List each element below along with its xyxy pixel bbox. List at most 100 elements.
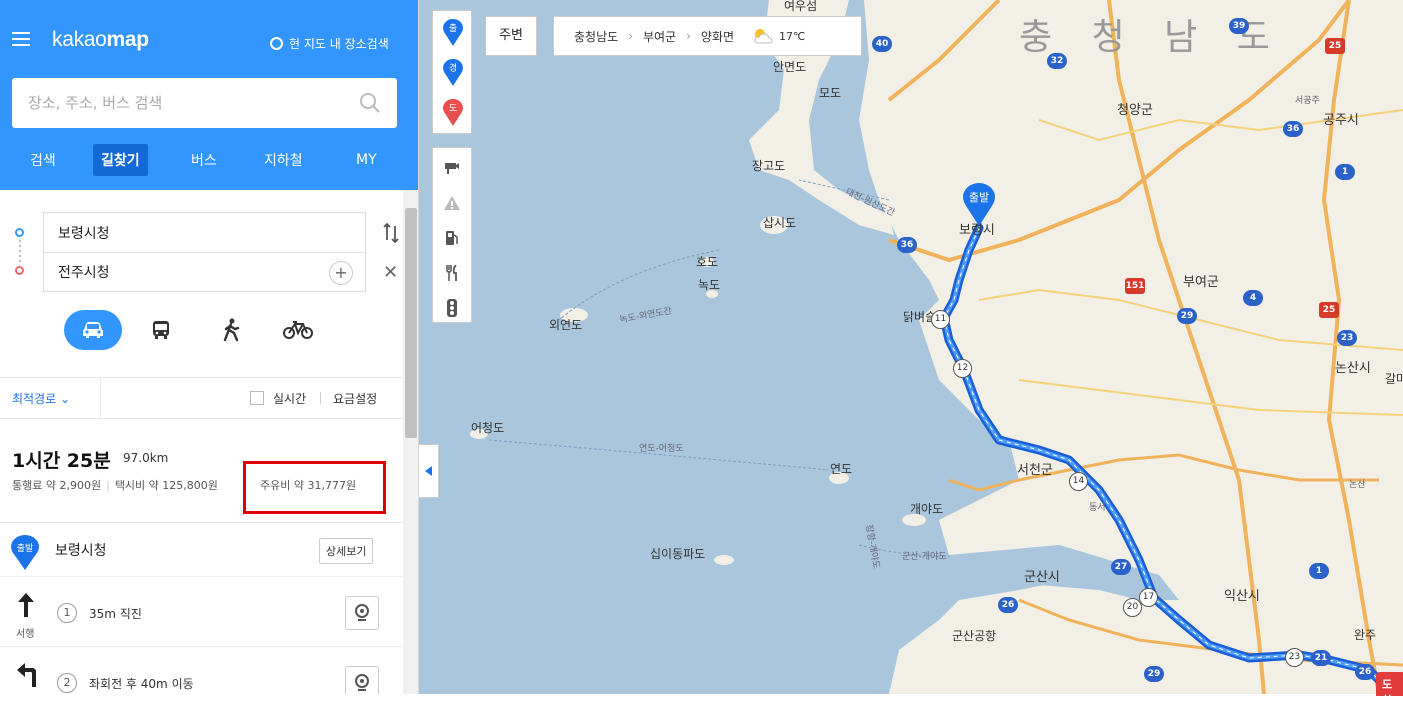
place-label: 갈마 — [1385, 372, 1403, 386]
fare-setting-link[interactable]: 요금설정 — [333, 390, 377, 407]
weather-widget[interactable]: 17℃ — [752, 27, 805, 45]
start-pin-icon: 출발 — [11, 535, 39, 570]
divider — [100, 378, 101, 420]
place-label: 십이동파도 — [650, 547, 706, 561]
road-shield: 151 — [1125, 278, 1145, 294]
radio-icon — [270, 37, 283, 50]
tab-my[interactable]: MY — [348, 146, 385, 174]
road-shield: 29 — [1144, 666, 1164, 682]
list-item[interactable]: 2 좌회전 후 40m 이동 — [0, 647, 403, 694]
app-logo[interactable]: kakaomap — [52, 28, 149, 52]
swap-icon[interactable] — [383, 222, 399, 248]
destination-dot-icon — [15, 266, 24, 275]
place-label: 서천군 — [1017, 463, 1053, 478]
around-button[interactable]: 주변 — [485, 16, 537, 56]
roadview-button[interactable] — [345, 596, 379, 630]
road-shield: 23 — [1337, 330, 1357, 346]
map-start-pin-icon[interactable]: 출발 — [962, 183, 996, 227]
detail-view-button[interactable]: 상세보기 — [319, 538, 374, 564]
road-shield: 40 — [872, 36, 892, 52]
road-shield: 4 — [1243, 290, 1263, 306]
mode-car[interactable] — [64, 310, 122, 350]
hamburger-menu-icon[interactable] — [12, 32, 30, 46]
temperature: 17℃ — [779, 29, 806, 43]
search-input[interactable] — [28, 94, 359, 112]
route-sort-label: 최적경로 — [12, 392, 57, 406]
cctv-icon[interactable] — [433, 150, 471, 185]
scrollbar-thumb[interactable] — [405, 208, 417, 438]
place-label: 공주시 — [1323, 113, 1359, 128]
list-item[interactable]: 서행 1 35m 직진 — [0, 577, 403, 647]
start-place-name: 보령시청 — [55, 543, 107, 559]
restaurant-icon[interactable] — [433, 255, 471, 290]
origin-dot-icon — [15, 228, 24, 237]
tab-subway[interactable]: 지하철 — [256, 144, 311, 176]
place-label: 완주 — [1354, 628, 1377, 642]
sea-route-label: 군산-개야도 — [902, 552, 947, 562]
chevron-right-icon: › — [686, 29, 691, 43]
tab-bus[interactable]: 버스 — [183, 144, 225, 176]
step-text: 좌회전 후 40m 이동 — [89, 677, 194, 691]
map-end-pin[interactable]: 도착 — [1376, 672, 1403, 707]
search-box — [12, 78, 397, 128]
breadcrumb-region-3[interactable]: 양화면 — [701, 28, 734, 45]
gas-station-icon[interactable] — [433, 220, 471, 255]
tab-search[interactable]: 검색 — [22, 144, 64, 176]
place-label: 안면도 — [773, 60, 807, 74]
mode-walk[interactable] — [202, 310, 260, 350]
start-point-pin-icon[interactable]: 출 — [443, 19, 463, 47]
sidebar: kakaomap 현 지도 내 장소검색 검색 길찾기 버스 지하철 MY 보령… — [0, 0, 419, 694]
road-shield: 12 — [953, 359, 972, 378]
step-direction-label: 서행 — [16, 629, 35, 640]
destination-point-pin-icon[interactable]: 도 — [443, 99, 463, 127]
mode-transit[interactable] — [132, 310, 190, 350]
road-shield: 29 — [1177, 308, 1197, 324]
map-area-search-toggle[interactable]: 현 지도 내 장소검색 — [270, 35, 389, 52]
travel-distance: 97.0km — [123, 451, 169, 465]
place-label: 녹도 — [698, 278, 721, 292]
logo-light: kakao — [52, 28, 107, 51]
car-icon — [83, 322, 103, 338]
straight-arrow-icon — [18, 593, 34, 617]
road-shield: 17 — [1139, 588, 1158, 607]
sidebar-header: kakaomap 현 지도 내 장소검색 검색 길찾기 버스 지하철 MY — [0, 0, 418, 190]
place-label: 장고도 — [752, 159, 786, 173]
add-waypoint-button[interactable]: + — [329, 261, 353, 285]
map-layer-tools — [432, 147, 472, 323]
location-breadcrumb: 충청남도 › 부여군 › 양화면 17℃ — [553, 16, 862, 56]
place-label: 동서 — [1089, 503, 1106, 513]
mode-bike[interactable] — [269, 310, 327, 350]
origin-field[interactable]: 보령시청 — [44, 213, 365, 252]
collapse-sidebar-button[interactable] — [419, 444, 439, 498]
route-sort-dropdown[interactable]: 최적경로 ⌄ — [12, 390, 70, 407]
map-canvas[interactable]: 출발 충 청 남 도 여우섬 안면도 모도 장고도 삽시도 호도 녹도 외연도 … — [419, 0, 1403, 694]
route-connector-icon — [19, 240, 21, 264]
traffic-light-icon[interactable] — [433, 290, 471, 325]
step-start[interactable]: 출발 보령시청 상세보기 — [0, 523, 403, 577]
place-label: 부여군 — [1183, 275, 1219, 290]
road-shield: 36 — [897, 237, 917, 253]
nav-tabs: 검색 길찾기 버스 지하철 MY — [0, 143, 418, 177]
left-turn-arrow-icon — [17, 663, 36, 687]
road-shield: 21 — [1311, 650, 1331, 666]
warning-icon[interactable] — [433, 185, 471, 220]
route-options-row: 최적경로 ⌄ 실시간 요금설정 — [0, 377, 403, 420]
close-icon[interactable]: ✕ — [383, 262, 398, 283]
destination-field[interactable]: 전주시청 — [44, 252, 365, 291]
chevron-down-icon: ⌄ — [60, 392, 71, 406]
place-label: 군산시 — [1024, 570, 1060, 585]
tab-directions[interactable]: 길찾기 — [93, 144, 148, 176]
roadview-button[interactable] — [345, 666, 379, 694]
map-area-search-label: 현 지도 내 장소검색 — [289, 37, 389, 51]
via-point-pin-icon[interactable]: 경 — [443, 59, 463, 87]
destination-point-label: 도 — [449, 104, 457, 114]
road-shield: 26 — [998, 597, 1018, 613]
search-icon[interactable] — [359, 92, 381, 114]
start-pin-label: 출발 — [17, 543, 34, 554]
realtime-checkbox[interactable] — [250, 391, 264, 405]
breadcrumb-region-2[interactable]: 부여군 — [643, 28, 676, 45]
partly-cloudy-icon — [754, 29, 773, 44]
road-shield: 23 — [1285, 648, 1304, 667]
breadcrumb-region-1[interactable]: 충청남도 — [574, 28, 618, 45]
roadview-icon — [355, 604, 369, 621]
